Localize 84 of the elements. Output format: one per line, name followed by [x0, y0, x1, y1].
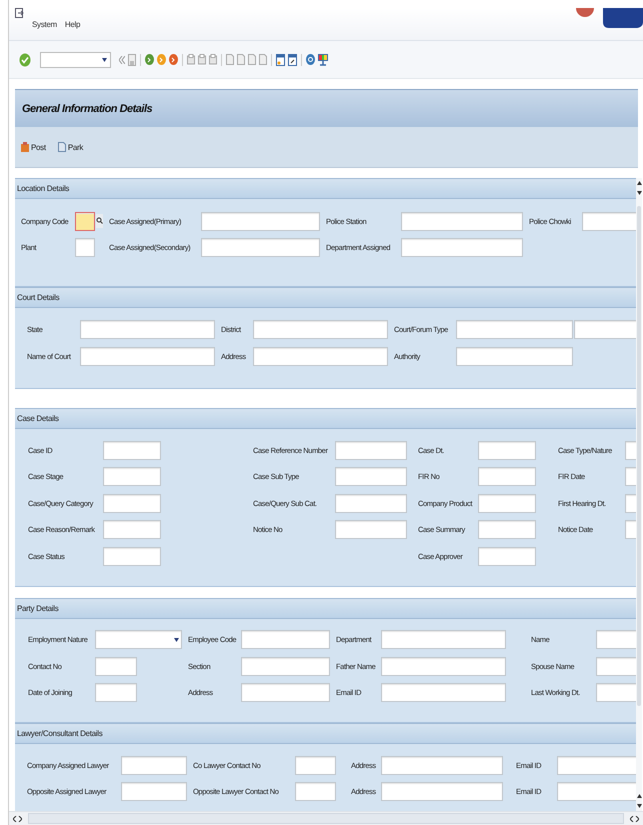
input-field[interactable] — [103, 440, 161, 460]
input-field[interactable] — [335, 467, 407, 486]
vertical-scrollbar[interactable] — [636, 178, 642, 811]
input-field[interactable] — [80, 320, 215, 339]
input-field[interactable] — [478, 546, 536, 566]
horizontal-scrollbar[interactable] — [9, 811, 643, 825]
input-field[interactable] — [596, 683, 636, 702]
command-field[interactable] — [40, 52, 111, 68]
input-field[interactable] — [557, 782, 636, 800]
checkmark-icon[interactable] — [19, 52, 31, 66]
input-field[interactable] — [121, 756, 187, 774]
input-field[interactable] — [478, 520, 536, 540]
input-field[interactable] — [401, 238, 523, 256]
input-field[interactable] — [253, 347, 388, 366]
input-field[interactable] — [253, 320, 388, 339]
input-field[interactable] — [75, 212, 95, 230]
toolbar-button[interactable]: Post — [19, 141, 48, 153]
page-icon[interactable] — [237, 54, 245, 65]
input-field[interactable] — [201, 212, 320, 230]
input-field[interactable] — [201, 238, 320, 256]
scroll-down-icon[interactable] — [636, 191, 642, 195]
menu-item[interactable]: System — [32, 20, 57, 28]
input-field[interactable] — [478, 467, 536, 486]
input-field[interactable] — [335, 520, 407, 540]
input-field[interactable] — [401, 212, 523, 230]
input-field[interactable] — [241, 683, 330, 702]
scroll-up-icon[interactable] — [636, 181, 642, 185]
input-field[interactable] — [596, 630, 636, 650]
input-field[interactable] — [95, 656, 137, 676]
section-header: Location Details — [15, 178, 636, 199]
document-icon — [58, 142, 66, 152]
dropdown-field[interactable] — [95, 630, 182, 650]
dropdown-arrow-icon — [174, 638, 179, 642]
monitor-icon[interactable] — [318, 54, 328, 66]
input-field[interactable] — [582, 212, 636, 230]
pencil-icon — [21, 142, 29, 152]
input-field[interactable] — [456, 347, 573, 366]
input-field[interactable] — [456, 320, 573, 339]
window-icon[interactable] — [276, 54, 285, 66]
input-field[interactable] — [121, 782, 187, 800]
input-field[interactable] — [295, 782, 336, 800]
screen-title: General Information Details — [22, 102, 152, 114]
input-field[interactable] — [241, 656, 330, 676]
section-header: Court Details — [15, 287, 636, 308]
page-icon[interactable] — [259, 54, 267, 65]
toolbar-button[interactable]: Park — [56, 141, 86, 153]
save-icon[interactable] — [128, 54, 136, 66]
input-field[interactable] — [103, 467, 161, 486]
input-field[interactable] — [335, 440, 407, 460]
scroll-down-icon[interactable] — [636, 804, 642, 808]
input-field[interactable] — [103, 546, 161, 566]
input-field[interactable] — [75, 238, 95, 256]
window-controls-icon[interactable] — [603, 8, 643, 28]
input-field[interactable] — [80, 347, 215, 366]
input-field[interactable] — [381, 683, 506, 702]
input-field[interactable] — [103, 520, 161, 540]
section-header: Case Details — [15, 408, 636, 429]
section-header: Lawyer/Consultant Details — [15, 723, 636, 744]
input-field[interactable] — [478, 440, 536, 460]
input-field[interactable] — [574, 320, 636, 339]
input-field[interactable] — [241, 630, 330, 650]
scroll-arrows-icon[interactable] — [13, 816, 22, 822]
menu-item[interactable]: Help — [64, 20, 80, 28]
scroll-arrows-icon[interactable] — [630, 816, 639, 822]
scroll-up-icon[interactable] — [636, 794, 642, 798]
dropdown-arrow-icon — [102, 58, 107, 62]
input-field[interactable] — [381, 656, 506, 676]
page-icon[interactable] — [248, 54, 256, 65]
input-field[interactable] — [295, 756, 336, 774]
search-icon[interactable] — [96, 214, 103, 228]
double-chevron-icon[interactable] — [119, 56, 125, 64]
input-field[interactable] — [381, 782, 503, 800]
input-field[interactable] — [335, 494, 407, 513]
input-field[interactable] — [95, 683, 137, 702]
input-field[interactable] — [381, 756, 503, 774]
input-field[interactable] — [103, 494, 161, 513]
input-field[interactable] — [381, 630, 506, 650]
window-icon[interactable] — [288, 54, 297, 66]
section-header: Party Details — [15, 598, 636, 618]
menu-icon[interactable] — [15, 8, 24, 19]
input-field[interactable] — [557, 756, 636, 774]
input-field[interactable] — [596, 656, 636, 676]
input-field[interactable] — [478, 494, 536, 513]
page-icon[interactable] — [226, 54, 234, 65]
